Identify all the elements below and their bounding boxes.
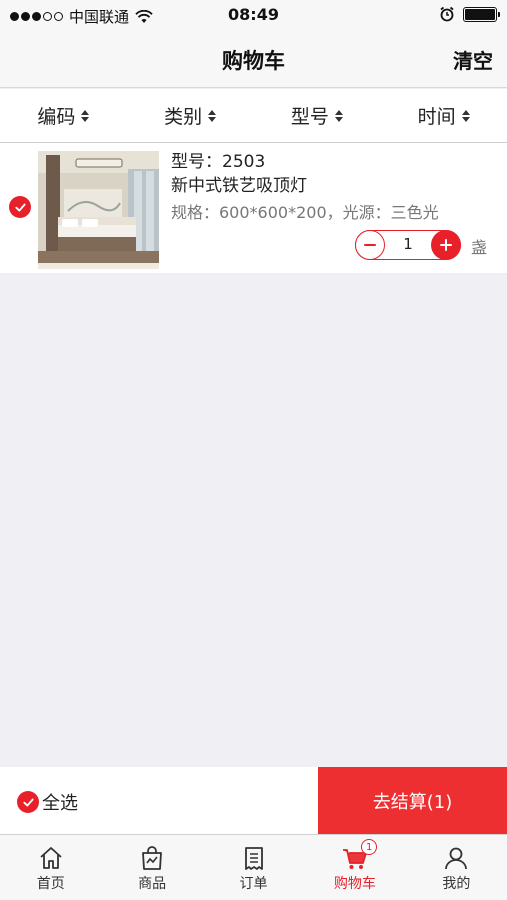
sort-by-model[interactable]: 型号 — [254, 89, 381, 142]
alarm-icon — [440, 6, 454, 22]
status-right — [439, 6, 500, 22]
cart-count-badge: 1 — [361, 839, 378, 855]
sort-label: 型号 — [290, 106, 329, 128]
sort-label: 类别 — [164, 106, 203, 128]
sort-by-time[interactable]: 时间 — [380, 89, 507, 142]
check-icon — [22, 798, 34, 806]
cart-item: 型号：2503 新中式铁艺吸顶灯 规格：600*600*200，光源：三色光 1… — [0, 143, 507, 273]
page-title: 购物车 — [222, 49, 285, 73]
battery-icon — [463, 6, 500, 22]
select-all-label: 全选 — [42, 793, 78, 814]
sort-bar: 编码 类别 型号 时间 — [0, 89, 507, 143]
sort-arrows-icon — [334, 109, 343, 122]
item-spec: 规格：600*600*200，光源：三色光 — [171, 203, 439, 222]
tab-label: 购物车 — [333, 876, 376, 892]
quantity-value[interactable]: 1 — [386, 235, 430, 253]
sort-by-code[interactable]: 编码 — [0, 89, 127, 142]
checkout-bar: 全选 去结算(1) — [0, 767, 507, 834]
check-icon — [14, 203, 26, 211]
shopping-bag-icon — [142, 846, 163, 870]
checkout-button[interactable]: 去结算(1) — [318, 767, 507, 834]
increase-quantity-button[interactable] — [431, 230, 461, 260]
tab-label: 订单 — [239, 876, 268, 892]
clear-cart-button[interactable]: 清空 — [453, 45, 493, 74]
sort-label: 编码 — [37, 106, 76, 128]
item-details: 型号：2503 新中式铁艺吸顶灯 规格：600*600*200，光源：三色光 — [171, 151, 439, 227]
select-all-toggle[interactable]: 全选 — [17, 789, 78, 815]
item-model: 型号：2503 — [171, 152, 266, 172]
decrease-quantity-button[interactable] — [355, 230, 385, 260]
tab-label: 我的 — [442, 876, 471, 892]
tab-label: 首页 — [36, 876, 65, 892]
user-icon — [445, 847, 468, 870]
sort-arrows-icon — [81, 109, 90, 122]
order-list-icon — [244, 847, 263, 870]
plus-icon — [440, 239, 452, 251]
tab-products[interactable]: 商品 — [101, 835, 202, 900]
tab-bar: 首页 商品 订单 1 购物车 我的 — [0, 834, 507, 900]
minus-icon — [364, 244, 376, 246]
tab-home[interactable]: 首页 — [0, 835, 101, 900]
sort-label: 时间 — [417, 106, 456, 128]
tab-cart[interactable]: 1 购物车 — [304, 835, 405, 900]
tab-label: 商品 — [138, 876, 167, 892]
status-time: 08:49 — [228, 5, 279, 24]
sort-arrows-icon — [208, 109, 217, 122]
sort-arrows-icon — [461, 109, 470, 122]
quantity-unit: 盏 — [471, 238, 488, 257]
bedroom-ceiling-lamp-image — [38, 151, 159, 269]
item-select-checkbox[interactable] — [9, 196, 31, 218]
product-image[interactable] — [38, 151, 159, 269]
item-name[interactable]: 新中式铁艺吸顶灯 — [171, 173, 439, 199]
navigation-bar: 购物车 清空 — [0, 30, 507, 88]
quantity-stepper: 1 — [355, 230, 461, 260]
select-all-checkbox[interactable] — [17, 791, 39, 813]
tab-profile[interactable]: 我的 — [406, 835, 507, 900]
sort-by-category[interactable]: 类别 — [127, 89, 254, 142]
tab-orders[interactable]: 订单 — [203, 835, 304, 900]
status-bar: 中国联通 08:49 — [0, 0, 507, 30]
home-icon — [40, 847, 62, 869]
